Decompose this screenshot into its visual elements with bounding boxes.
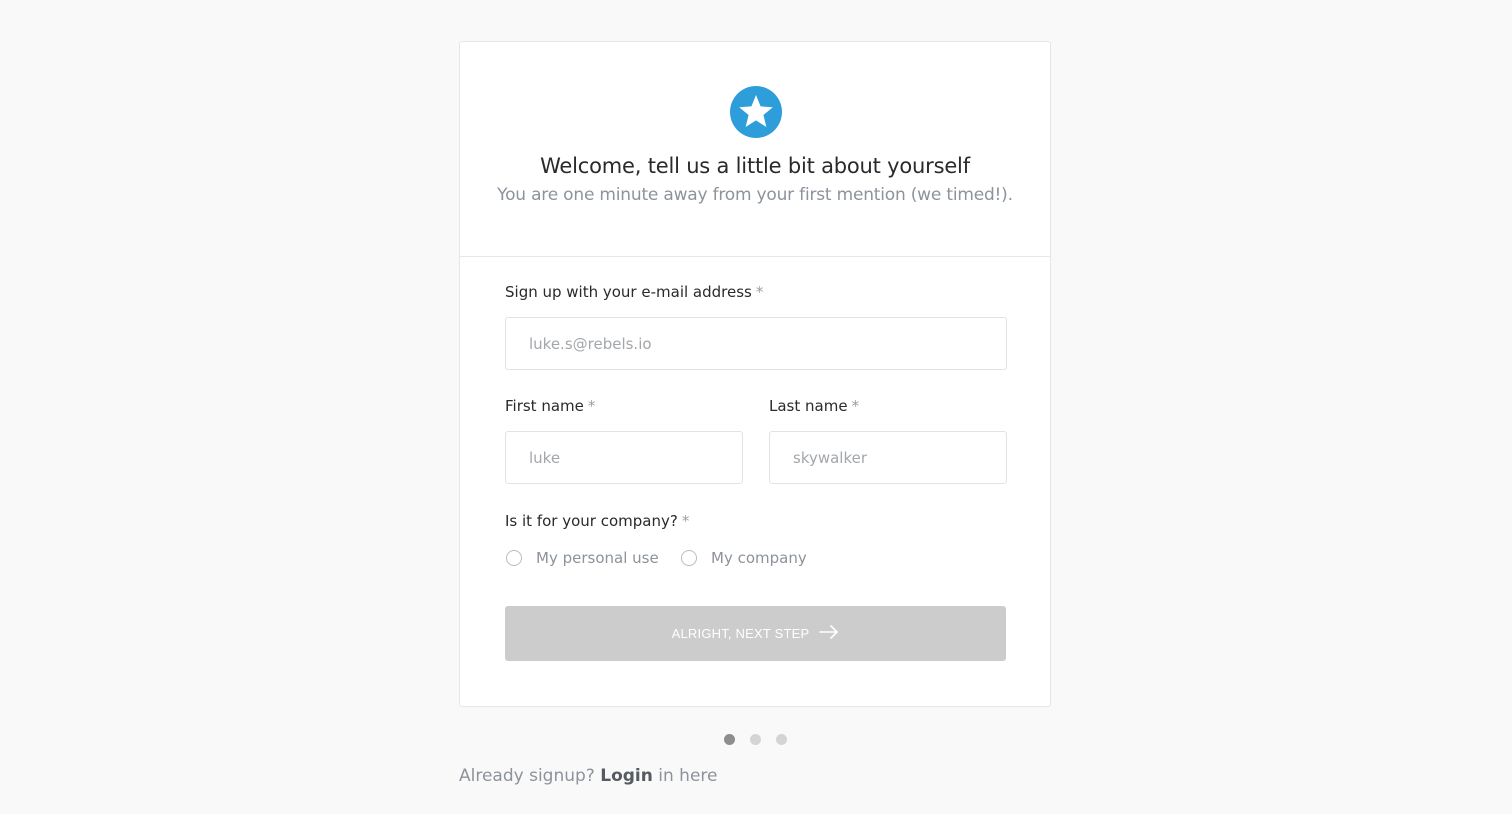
radio-circle[interactable] [506,550,522,566]
login-prompt-prefix: Already signup? [459,766,595,786]
first-name-input[interactable] [505,431,743,484]
next-step-button-label: ALRIGHT, NEXT STEP [671,626,810,641]
star-icon [730,86,782,138]
step-dot-1[interactable] [724,734,735,745]
last-name-label: Last name * [769,397,859,415]
required-mark: * [851,397,860,415]
radio-my-company-label: My company [711,549,807,567]
radio-my-company[interactable]: My company [681,549,807,567]
login-link[interactable]: Login [600,766,653,786]
email-label: Sign up with your e-mail address * [505,283,763,301]
arrow-right-icon [819,625,839,642]
first-name-label-text: First name [505,397,584,415]
login-prompt-suffix: in here [658,766,718,786]
company-label: Is it for your company? * [505,512,689,530]
step-indicator [724,734,787,745]
email-label-text: Sign up with your e-mail address [505,283,752,301]
company-label-text: Is it for your company? [505,512,678,530]
page-title: Welcome, tell us a little bit about your… [540,154,970,178]
radio-personal-use-label: My personal use [536,549,659,567]
radio-circle[interactable] [681,550,697,566]
step-dot-3[interactable] [776,734,787,745]
required-mark: * [755,283,764,301]
first-name-label: First name * [505,397,595,415]
page-subtitle: You are one minute away from your first … [497,185,1013,205]
required-mark: * [681,512,690,530]
login-prompt: Already signup? Login in here [459,766,718,786]
radio-personal-use[interactable]: My personal use [506,549,659,567]
card-header: Welcome, tell us a little bit about your… [460,42,1050,257]
required-mark: * [587,397,596,415]
last-name-input[interactable] [769,431,1007,484]
signup-card: Welcome, tell us a little bit about your… [459,41,1051,707]
email-input[interactable] [505,317,1007,370]
last-name-label-text: Last name [769,397,848,415]
next-step-button[interactable]: ALRIGHT, NEXT STEP [505,606,1006,661]
step-dot-2[interactable] [750,734,761,745]
